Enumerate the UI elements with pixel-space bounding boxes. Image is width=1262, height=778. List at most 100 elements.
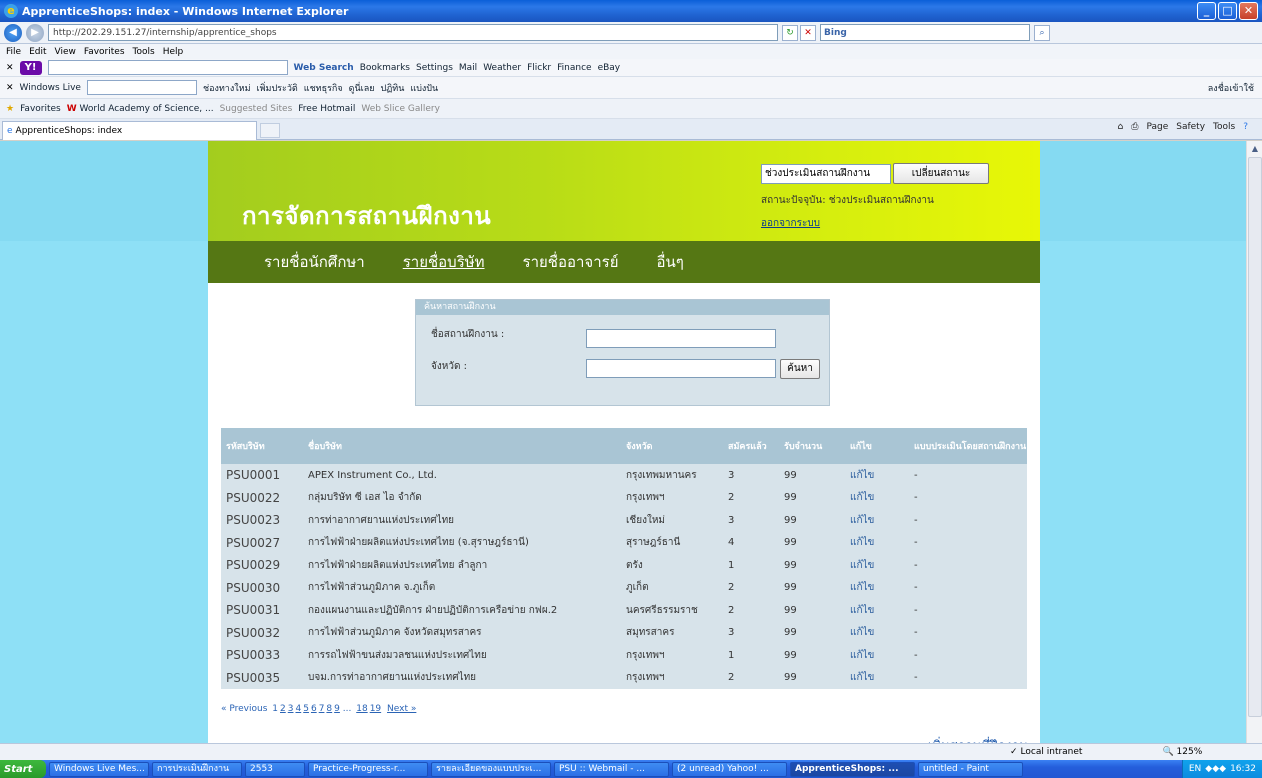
back-button[interactable]: ◀ xyxy=(4,23,22,42)
toolbar-settings[interactable]: Settings xyxy=(416,63,453,73)
cell-edit[interactable]: แก้ไข xyxy=(845,509,909,532)
toolbar2-link[interactable]: เพิ่มประวัติ xyxy=(257,81,298,95)
edit-link[interactable]: แก้ไข xyxy=(850,650,874,661)
toolbar2-close-icon[interactable]: ✕ xyxy=(6,83,14,93)
taskbar-task[interactable]: Practice-Progress-r... xyxy=(308,761,428,777)
taskbar-task[interactable]: การประเมินฝึกงาน xyxy=(152,761,242,777)
col-applied[interactable]: สมัครแล้ว xyxy=(723,428,779,464)
menu-view[interactable]: View xyxy=(55,47,76,57)
toolbar-bookmarks[interactable]: Bookmarks xyxy=(360,63,410,73)
refresh-icon[interactable]: ↻ xyxy=(782,24,798,41)
toolbar2-link[interactable]: ช่องทางใหม่ xyxy=(203,81,251,95)
edit-link[interactable]: แก้ไข xyxy=(850,492,874,503)
vertical-scrollbar[interactable]: ▲ ▼ xyxy=(1246,141,1262,760)
taskbar-task[interactable]: untitled - Paint xyxy=(918,761,1023,777)
cell-edit[interactable]: แก้ไข xyxy=(845,622,909,645)
col-capacity[interactable]: รับจำนวน xyxy=(779,428,845,464)
toolbar-mail[interactable]: Mail xyxy=(459,63,477,73)
minimize-button[interactable]: _ xyxy=(1197,2,1216,20)
windows-live-search-input[interactable] xyxy=(86,80,197,95)
zoom-level[interactable]: 🔍 125% xyxy=(1162,747,1202,757)
scroll-thumb[interactable] xyxy=(1248,157,1262,717)
pager-page[interactable]: 2 xyxy=(280,704,286,714)
change-status-button[interactable]: เปลี่ยนสถานะ xyxy=(893,163,989,184)
cell-edit[interactable]: แก้ไข xyxy=(845,487,909,510)
menu-edit[interactable]: Edit xyxy=(29,47,46,57)
logout-link[interactable]: ออกจากระบบ xyxy=(761,216,820,231)
search-icon[interactable]: ⌕ xyxy=(1034,24,1050,41)
toolbar2-link[interactable]: แบ่งปัน xyxy=(410,81,438,95)
toolbar2-link[interactable]: ดูนี่เลย xyxy=(349,81,375,95)
edit-link[interactable]: แก้ไข xyxy=(850,515,874,526)
pager-prev[interactable]: « Previous xyxy=(221,704,267,714)
pager-page[interactable]: 18 xyxy=(356,704,367,714)
nav-teachers[interactable]: รายชื่ออาจารย์ xyxy=(523,250,619,274)
command-page[interactable]: Page xyxy=(1146,122,1168,132)
favorite-item[interactable]: W World Academy of Science, ... xyxy=(67,104,214,114)
favorite-item[interactable]: Free Hotmail xyxy=(298,104,355,114)
search-button[interactable]: ค้นหา xyxy=(780,359,820,379)
pager-page[interactable]: 5 xyxy=(303,704,309,714)
nav-students[interactable]: รายชื่อนักศึกษา xyxy=(264,250,365,274)
windows-live-label[interactable]: Windows Live xyxy=(20,83,81,93)
close-button[interactable]: ✕ xyxy=(1239,2,1258,20)
menu-tools[interactable]: Tools xyxy=(133,47,155,57)
stop-icon[interactable]: ✕ xyxy=(800,24,816,41)
edit-link[interactable]: แก้ไข xyxy=(850,605,874,616)
new-tab-button[interactable] xyxy=(260,123,280,138)
taskbar-task[interactable]: Windows Live Mes... xyxy=(49,761,149,777)
start-button[interactable]: Start xyxy=(0,760,46,778)
language-indicator[interactable]: EN xyxy=(1189,764,1201,774)
toolbar-flickr[interactable]: Flickr xyxy=(527,63,551,73)
address-bar[interactable]: http://202.29.151.27/internship/apprenti… xyxy=(48,24,778,41)
edit-link[interactable]: แก้ไข xyxy=(850,537,874,548)
help-icon[interactable]: ? xyxy=(1243,122,1248,132)
forward-button[interactable]: ▶ xyxy=(26,23,44,42)
cell-edit[interactable]: แก้ไข xyxy=(845,599,909,622)
cell-edit[interactable]: แก้ไข xyxy=(845,464,909,487)
status-select[interactable]: ช่วงประเมินสถานฝึกงาน xyxy=(761,164,891,184)
toolbar-ebay[interactable]: eBay xyxy=(598,63,621,73)
pager-next[interactable]: Next » xyxy=(387,704,416,714)
province-input[interactable] xyxy=(586,359,776,378)
pager-page[interactable]: 6 xyxy=(311,704,317,714)
col-name[interactable]: ชื่อบริษัท xyxy=(303,428,621,464)
menu-help[interactable]: Help xyxy=(163,47,184,57)
edit-link[interactable]: แก้ไข xyxy=(850,672,874,683)
cell-edit[interactable]: แก้ไข xyxy=(845,667,909,690)
sign-in-link[interactable]: ลงชื่อเข้าใช้ xyxy=(1208,81,1254,95)
print-icon[interactable]: ⎙ xyxy=(1131,122,1138,132)
yahoo-search-input[interactable] xyxy=(47,60,288,75)
favorite-item[interactable]: Suggested Sites xyxy=(220,104,293,114)
command-safety[interactable]: Safety xyxy=(1176,122,1205,132)
edit-link[interactable]: แก้ไข xyxy=(850,582,874,593)
cell-edit[interactable]: แก้ไข xyxy=(845,577,909,600)
scroll-up-icon[interactable]: ▲ xyxy=(1247,141,1262,157)
cell-edit[interactable]: แก้ไข xyxy=(845,554,909,577)
edit-link[interactable]: แก้ไข xyxy=(850,560,874,571)
name-input[interactable] xyxy=(586,329,776,348)
pager-page[interactable]: 4 xyxy=(295,704,301,714)
taskbar-task[interactable]: 2553 xyxy=(245,761,305,777)
pager-page[interactable]: 9 xyxy=(334,704,340,714)
yahoo-logo-icon[interactable]: Y! xyxy=(19,60,42,75)
taskbar-task[interactable]: ApprenticeShops: ... xyxy=(790,761,915,777)
cell-edit[interactable]: แก้ไข xyxy=(845,644,909,667)
pager-page[interactable]: 8 xyxy=(326,704,332,714)
taskbar-task[interactable]: PSU :: Webmail - ... xyxy=(554,761,669,777)
col-province[interactable]: จังหวัด xyxy=(621,428,723,464)
home-icon[interactable]: ⌂ xyxy=(1118,122,1124,132)
taskbar-task[interactable]: (2 unread) Yahoo! ... xyxy=(672,761,787,777)
tab-apprenticeshops[interactable]: e ApprenticeShops: index xyxy=(2,121,257,140)
pager-page[interactable]: 7 xyxy=(319,704,325,714)
nav-others[interactable]: อื่นๆ xyxy=(656,250,683,274)
taskbar-task[interactable]: รายละเอียดของแบบประเ... xyxy=(431,761,551,777)
toolbar2-link[interactable]: แชทธุรกิจ xyxy=(304,81,343,95)
menu-favorites[interactable]: Favorites xyxy=(84,47,125,57)
favorites-button[interactable]: Favorites xyxy=(20,104,61,114)
pager-page[interactable]: 3 xyxy=(288,704,294,714)
edit-link[interactable]: แก้ไข xyxy=(850,470,874,481)
toolbar2-link[interactable]: ปฏิทิน xyxy=(381,81,405,95)
col-code[interactable]: รหัสบริษัท xyxy=(221,428,303,464)
toolbar-finance[interactable]: Finance xyxy=(557,63,591,73)
